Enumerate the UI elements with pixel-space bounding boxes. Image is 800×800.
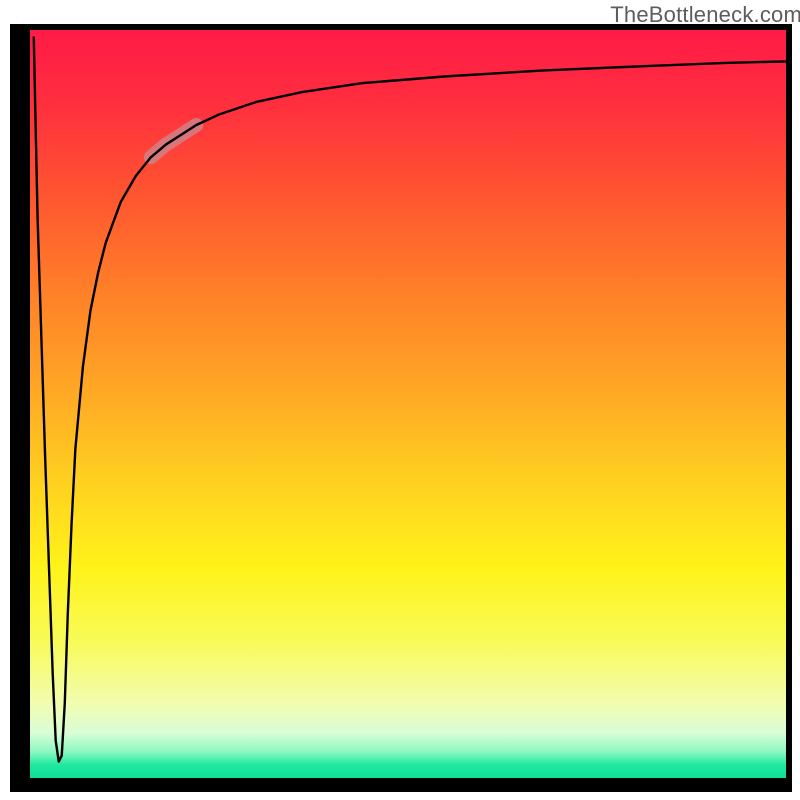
chart-container: TheBottleneck.com — [0, 0, 800, 800]
plot-frame — [10, 24, 792, 792]
curve-layer — [30, 30, 786, 778]
bottleneck-curve — [34, 37, 786, 761]
plot-area — [30, 30, 786, 778]
